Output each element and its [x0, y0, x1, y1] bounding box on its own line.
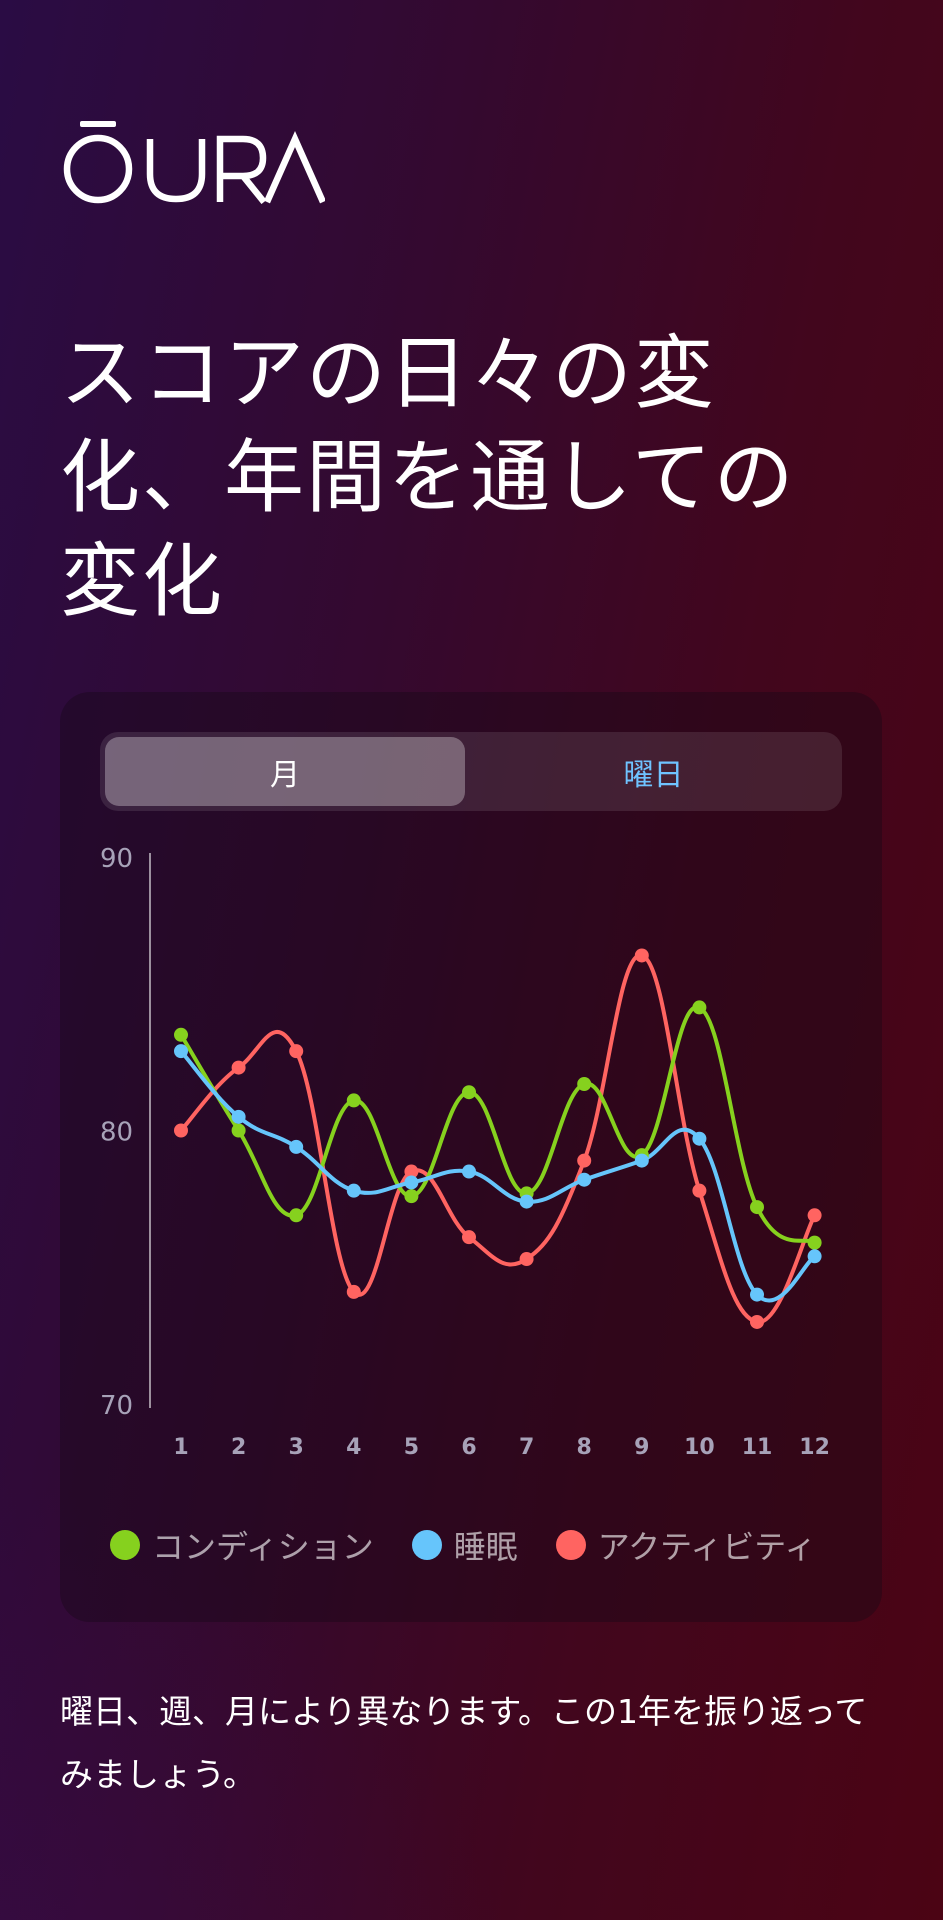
data-point-activity [692, 1183, 707, 1198]
data-point-activity [346, 1284, 361, 1299]
description-text: 曜日、週、月により異なります。この1年を振り返ってみましょう。 [60, 1692, 868, 1794]
data-point-condition [404, 1189, 419, 1204]
oura-logo [63, 121, 325, 204]
legend-dot-condition [110, 1530, 140, 1560]
data-point-activity [174, 1123, 188, 1138]
legend-item-condition: コンディション [110, 1522, 374, 1568]
data-point-sleep [289, 1139, 304, 1154]
x-tick-label: 2 [231, 1435, 246, 1460]
data-point-activity [577, 1153, 592, 1168]
data-point-activity [750, 1314, 764, 1329]
legend-item-activity: アクティビティ [555, 1522, 817, 1568]
data-point-sleep [346, 1183, 361, 1198]
legend-item-sleep: 睡眠 [411, 1522, 518, 1568]
legend-dot-activity [555, 1530, 586, 1560]
data-point-activity [519, 1252, 534, 1267]
data-point-activity [462, 1230, 476, 1245]
data-point-sleep [174, 1044, 188, 1059]
data-point-condition [231, 1123, 246, 1138]
data-point-condition [750, 1200, 764, 1215]
tab-month[interactable]: 月 [105, 737, 465, 806]
y-tick-label: 70 [100, 1391, 133, 1421]
legend-label-activity: アクティビティ [597, 1528, 817, 1566]
series-line-sleep [179, 1049, 817, 1303]
x-tick-label: 6 [461, 1435, 476, 1460]
data-point-sleep [807, 1249, 822, 1264]
chart-card: 月 曜日 90 80 70 1 2 3 4 5 6 7 8 9 10 11 12 コンディション 睡眠 アク… [60, 692, 882, 1622]
x-tick-label: 9 [634, 1435, 649, 1460]
data-point-sleep [750, 1287, 764, 1302]
data-point-condition [346, 1093, 361, 1108]
y-tick-label: 90 [100, 844, 133, 874]
tab-weekday[interactable]: 曜日 [470, 737, 837, 806]
data-point-condition [807, 1235, 822, 1250]
x-tick-label: 4 [346, 1435, 361, 1460]
x-tick-label: 1 [173, 1435, 188, 1460]
headline: スコアの日々の変化、年間を通しての変化 [60, 327, 796, 628]
x-tick-label: 8 [577, 1435, 592, 1460]
data-point-sleep [692, 1131, 707, 1146]
chart-legend: コンディション 睡眠 アクティビティ [110, 1522, 854, 1568]
x-tick-label: 3 [289, 1435, 304, 1460]
data-point-condition [289, 1208, 304, 1223]
data-point-sleep [462, 1164, 476, 1179]
series-line-condition [179, 1005, 817, 1245]
score-line-chart: 9080701 2 3 4 5 6 7 8 9 10 11 12 [100, 844, 830, 1460]
x-tick-label: 7 [519, 1435, 534, 1460]
legend-dot-sleep [411, 1530, 442, 1560]
data-point-sleep [577, 1172, 592, 1187]
data-point-sleep [231, 1109, 246, 1124]
x-tick-label: 10 [684, 1435, 715, 1460]
legend-label-condition: コンディション [152, 1528, 374, 1566]
y-tick-label: 80 [100, 1118, 133, 1148]
data-point-condition [577, 1077, 592, 1092]
data-point-sleep [404, 1175, 419, 1190]
data-point-activity [634, 948, 649, 963]
period-segmented-control: 月 曜日 [100, 732, 842, 811]
data-point-sleep [519, 1194, 534, 1209]
x-tick-label: 5 [404, 1435, 419, 1460]
data-point-activity [807, 1208, 822, 1223]
legend-label-sleep: 睡眠 [453, 1528, 518, 1566]
x-tick-label: 11 [742, 1435, 773, 1460]
data-point-condition [692, 1000, 707, 1015]
data-point-condition [462, 1085, 476, 1100]
data-point-activity [289, 1044, 304, 1059]
data-point-sleep [634, 1153, 649, 1168]
data-point-activity [231, 1060, 246, 1075]
data-point-condition [174, 1027, 188, 1042]
x-tick-label: 12 [799, 1435, 830, 1460]
